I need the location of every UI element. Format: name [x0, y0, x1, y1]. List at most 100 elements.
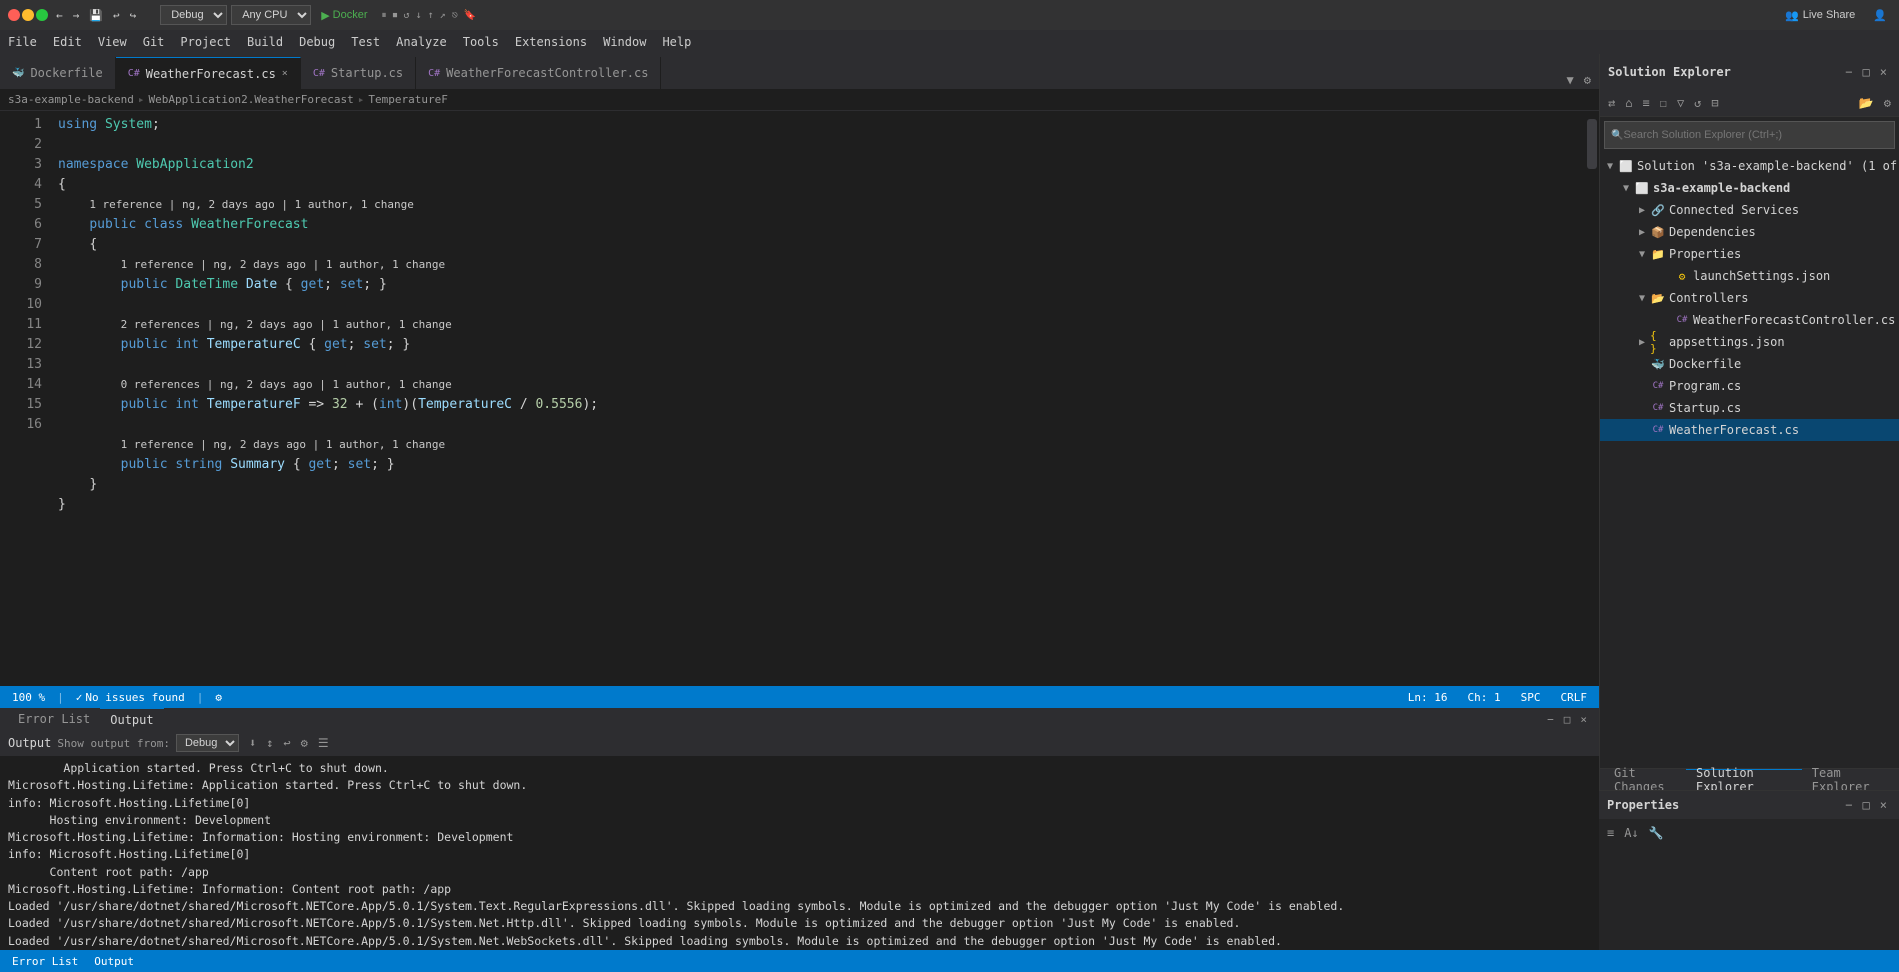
error-list-link[interactable]: Error List [8, 955, 82, 968]
menu-extensions[interactable]: Extensions [507, 30, 595, 54]
crlf-status[interactable]: CRLF [1557, 691, 1592, 704]
account-icon[interactable]: 👤 [1869, 7, 1891, 24]
properties-node[interactable]: ▼ 📁 Properties [1600, 243, 1899, 265]
debug-config-dropdown[interactable]: Debug [160, 5, 227, 25]
redo-icon[interactable]: ↪ [126, 7, 141, 24]
se-sync-btn[interactable]: ⇄ [1604, 94, 1619, 112]
forward-icon[interactable]: → [69, 7, 84, 24]
startup-node[interactable]: ▶ C# Startup.cs [1600, 397, 1899, 419]
tab-dockerfile[interactable]: 🐳 Dockerfile [0, 57, 116, 89]
launchsettings-icon: ⚙ [1674, 268, 1690, 284]
se-minimize-button[interactable]: − [1841, 63, 1856, 81]
word-wrap-button[interactable]: ↩ [279, 734, 294, 752]
weatherforecast-node[interactable]: ▶ C# WeatherForecast.cs [1600, 419, 1899, 441]
se-refresh-btn[interactable]: ↺ [1690, 94, 1705, 112]
props-restore-button[interactable]: □ [1859, 796, 1874, 814]
output-settings-button[interactable]: ⚙ [297, 734, 312, 752]
bottom-panel-close[interactable]: × [1576, 711, 1591, 728]
appsettings-node[interactable]: ▶ { } appsettings.json [1600, 331, 1899, 353]
dockerfile-node[interactable]: ▶ 🐳 Dockerfile [1600, 353, 1899, 375]
output-source-dropdown[interactable]: Debug [176, 734, 239, 752]
se-close-button[interactable]: × [1876, 63, 1891, 81]
tab-list-button[interactable]: ▼ [1563, 71, 1578, 89]
se-search-input[interactable] [1623, 129, 1888, 141]
filter-output-button[interactable]: ☰ [314, 734, 333, 752]
launchsettings-node[interactable]: ▶ ⚙ launchSettings.json [1600, 265, 1899, 287]
props-close-button[interactable]: × [1876, 796, 1891, 814]
git-status[interactable]: ⚙ [211, 691, 226, 704]
dependencies-icon: 📦 [1650, 224, 1666, 240]
liveshare-button[interactable]: 👥 Live Share [1779, 7, 1861, 24]
tab-weatherforecastcontroller[interactable]: C# WeatherForecastController.cs [416, 57, 661, 89]
run-button[interactable]: ▶ Docker [315, 7, 373, 24]
cpu-config-dropdown[interactable]: Any CPU [231, 5, 311, 25]
close-button[interactable] [8, 9, 20, 21]
weatherforecastcontroller-node[interactable]: ▶ C# WeatherForecastController.cs [1600, 309, 1899, 331]
se-search-box[interactable]: 🔍 [1604, 121, 1895, 149]
bottom-panel-restore[interactable]: □ [1560, 711, 1575, 728]
solution-node[interactable]: ▼ ⬜ Solution 's3a-example-backend' (1 of… [1600, 155, 1899, 177]
menu-window[interactable]: Window [595, 30, 654, 54]
menu-debug[interactable]: Debug [291, 30, 343, 54]
se-file-view-btn[interactable]: 📂 [1855, 94, 1878, 112]
ln-status[interactable]: Ln: 16 [1404, 691, 1452, 704]
dependencies-node[interactable]: ▶ 📦 Dependencies [1600, 221, 1899, 243]
minimize-button[interactable] [22, 9, 34, 21]
output-link[interactable]: Output [90, 955, 138, 968]
save-icon[interactable]: 💾 [85, 7, 107, 24]
se-props-btn[interactable]: ≡ [1638, 94, 1653, 112]
dockerfile-icon: 🐳 [1650, 356, 1666, 372]
menu-project[interactable]: Project [172, 30, 239, 54]
output-content[interactable]: Application started. Press Ctrl+C to shu… [0, 756, 1599, 950]
maximize-button[interactable] [36, 9, 48, 21]
menu-edit[interactable]: Edit [45, 30, 90, 54]
menu-test[interactable]: Test [343, 30, 388, 54]
se-collapse-btn[interactable]: ⊟ [1707, 94, 1722, 112]
output-panel: Output Show output from: Debug ⬇ ↕ ↩ ⚙ ☰… [0, 730, 1599, 950]
filepath-member[interactable]: TemperatureF [368, 93, 447, 106]
output-tab[interactable]: Output [100, 708, 163, 730]
se-home-btn[interactable]: ⌂ [1621, 94, 1636, 112]
controllers-node[interactable]: ▼ 📂 Controllers [1600, 287, 1899, 309]
props-alpha-btn[interactable]: A↓ [1620, 824, 1642, 842]
back-icon[interactable]: ← [52, 7, 67, 24]
filepath-namespace[interactable]: WebApplication2.WeatherForecast [148, 93, 353, 106]
menu-help[interactable]: Help [654, 30, 699, 54]
menu-analyze[interactable]: Analyze [388, 30, 455, 54]
props-minimize-button[interactable]: − [1841, 796, 1856, 814]
project-node[interactable]: ▼ ⬜ s3a-example-backend [1600, 177, 1899, 199]
se-settings-btn[interactable]: ⚙ [1880, 94, 1895, 112]
menu-file[interactable]: File [0, 30, 45, 54]
spc-status[interactable]: SPC [1517, 691, 1545, 704]
editor-scrollbar[interactable] [1585, 111, 1599, 686]
undo-icon[interactable]: ↩ [109, 7, 124, 24]
tab-startup[interactable]: C# Startup.cs [301, 57, 416, 89]
no-issues-status[interactable]: ✓ No issues found [72, 691, 189, 704]
filepath-project[interactable]: s3a-example-backend [8, 93, 134, 106]
tab-settings-button[interactable]: ⚙ [1580, 71, 1595, 89]
code-content[interactable]: using System; namespace WebApplication2 … [50, 111, 1585, 686]
tab-weatherforecast[interactable]: C# WeatherForecast.cs × [116, 57, 301, 89]
solution-explorer-tab[interactable]: Solution Explorer [1686, 769, 1802, 791]
connected-services-node[interactable]: ▶ 🔗 Connected Services [1600, 199, 1899, 221]
clear-output-button[interactable]: ⬇ [245, 734, 260, 752]
se-show-all-btn[interactable]: ☐ [1656, 94, 1671, 112]
program-node[interactable]: ▶ C# Program.cs [1600, 375, 1899, 397]
bottom-panel-minimize[interactable]: − [1543, 711, 1558, 728]
menu-git[interactable]: Git [135, 30, 173, 54]
se-restore-button[interactable]: □ [1859, 63, 1874, 81]
team-explorer-tab[interactable]: Team Explorer [1802, 769, 1895, 791]
scroll-lock-button[interactable]: ↕ [262, 734, 277, 752]
se-filter-btn[interactable]: ▽ [1673, 94, 1688, 112]
weatherforecast-tab-close[interactable]: × [282, 68, 288, 79]
error-list-tab[interactable]: Error List [8, 708, 100, 730]
menu-build[interactable]: Build [239, 30, 291, 54]
props-wrench-btn[interactable]: 🔧 [1645, 824, 1668, 842]
git-changes-tab[interactable]: Git Changes [1604, 769, 1686, 791]
props-category-btn[interactable]: ≡ [1603, 824, 1618, 842]
ch-status[interactable]: Ch: 1 [1464, 691, 1505, 704]
menu-view[interactable]: View [90, 30, 135, 54]
menu-tools[interactable]: Tools [455, 30, 507, 54]
connected-services-label: Connected Services [1669, 203, 1799, 217]
zoom-status[interactable]: 100 % [8, 691, 49, 704]
